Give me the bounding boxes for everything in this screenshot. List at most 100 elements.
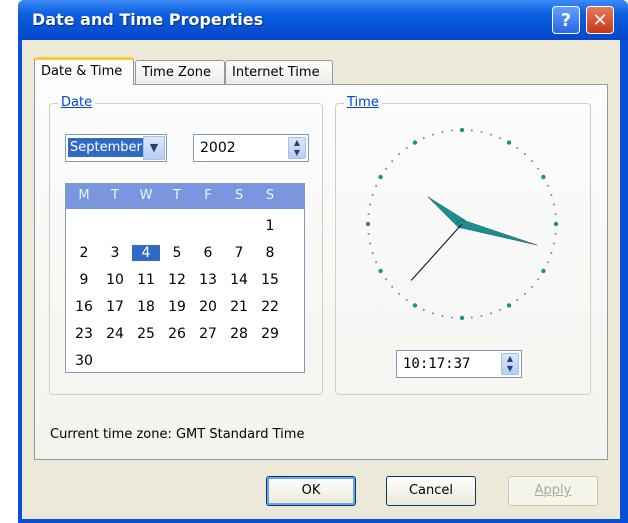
day-cell[interactable]: 20 — [194, 299, 222, 315]
current-timezone-label: Current time zone: GMT Standard Time — [50, 427, 305, 442]
minute-tick — [398, 292, 401, 295]
day-cell[interactable]: 6 — [194, 245, 222, 261]
day-cell[interactable]: 8 — [256, 245, 284, 261]
title-bar[interactable]: Date and Time Properties ? ✕ — [18, 0, 628, 40]
spin-arrows-icon[interactable]: ▲ ▼ — [288, 137, 306, 159]
minute-tick — [516, 299, 519, 302]
minute-tick — [530, 285, 533, 288]
day-cell[interactable]: 21 — [225, 299, 253, 315]
day-cell[interactable]: 23 — [70, 326, 98, 342]
day-cell[interactable]: 12 — [163, 272, 191, 288]
month-select[interactable]: September ▼ — [65, 134, 167, 162]
minute-hand — [455, 219, 538, 246]
minute-tick — [367, 213, 370, 216]
hour-tick — [506, 140, 512, 145]
minute-tick — [470, 316, 473, 319]
minute-tick — [384, 278, 387, 281]
day-cell[interactable]: 7 — [225, 245, 253, 261]
apply-button[interactable]: Apply — [508, 476, 598, 506]
cancel-button[interactable]: Cancel — [386, 476, 476, 506]
date-group: Date September ▼ 2002 ▲ ▼ MTWTFSS 1234567… — [49, 95, 323, 395]
minute-tick — [405, 146, 408, 149]
day-cell[interactable]: 22 — [256, 299, 284, 315]
tab-internet-time[interactable]: Internet Time — [225, 60, 333, 84]
hour-tick — [378, 174, 383, 180]
day-cell[interactable]: 10 — [101, 272, 129, 288]
tab-date-time[interactable]: Date & Time — [34, 57, 134, 85]
second-hand — [410, 223, 463, 281]
time-spinner[interactable]: 10:17:37 ▲ ▼ — [396, 350, 522, 378]
hour-tick — [541, 174, 546, 180]
minute-tick — [391, 160, 394, 163]
year-spinner[interactable]: 2002 ▲ ▼ — [193, 134, 309, 162]
day-cell[interactable]: 25 — [132, 326, 160, 342]
minute-tick — [391, 285, 394, 288]
minute-tick — [431, 133, 434, 136]
minute-tick — [516, 146, 519, 149]
ok-button[interactable]: OK — [266, 476, 356, 506]
minute-tick — [499, 308, 502, 311]
minute-tick — [550, 252, 553, 255]
minute-tick — [375, 261, 378, 264]
minute-tick — [537, 278, 540, 281]
help-button[interactable]: ? — [552, 6, 580, 34]
minute-tick — [554, 232, 557, 235]
day-cell[interactable]: 9 — [70, 272, 98, 288]
month-calendar[interactable]: MTWTFSS 1 2 3 4 5 6 7 8 9 10 11 12 13 14 15 16 17 18 19 20 2… — [65, 183, 305, 373]
tab-time-zone[interactable]: Time Zone — [135, 60, 225, 84]
day-cell[interactable]: 26 — [163, 326, 191, 342]
day-cell[interactable]: 18 — [132, 299, 160, 315]
minute-tick — [431, 312, 434, 315]
day-cell[interactable]: 2 — [70, 245, 98, 261]
hour-tick — [506, 303, 512, 308]
analog-clock — [365, 127, 559, 321]
day-cell[interactable]: 19 — [163, 299, 191, 315]
day-cell[interactable]: 17 — [101, 299, 129, 315]
day-cell[interactable]: 16 — [70, 299, 98, 315]
day-cell[interactable]: 13 — [194, 272, 222, 288]
minute-tick — [490, 133, 493, 136]
hour-tick — [378, 268, 383, 274]
day-cell[interactable]: 11 — [132, 272, 160, 288]
chevron-down-icon[interactable]: ▼ — [143, 136, 165, 160]
day-cell[interactable]: 15 — [256, 272, 284, 288]
weekday-header-cell: T — [111, 188, 119, 203]
day-cell[interactable]: 30 — [70, 353, 98, 369]
time-group: Time 10:17:37 ▲ ▼ — [335, 95, 591, 395]
spin-arrows-icon[interactable]: ▲ ▼ — [501, 353, 519, 375]
weekday-header-cell: S — [265, 188, 275, 203]
hour-tick — [459, 127, 465, 133]
minute-tick — [552, 203, 555, 206]
time-group-label: Time — [344, 95, 382, 110]
minute-tick — [451, 129, 454, 132]
minute-tick — [451, 316, 454, 319]
minute-tick — [422, 137, 425, 140]
minute-tick — [367, 232, 370, 235]
close-button[interactable]: ✕ — [586, 6, 614, 34]
weekday-header: MTWTFSS — [66, 184, 304, 209]
weekday-header-cell: S — [234, 188, 244, 203]
day-cell[interactable]: 5 — [163, 245, 191, 261]
day-cell[interactable]: 3 — [101, 245, 129, 261]
dialog-body: Date & Time Time Zone Internet Time Date… — [22, 40, 620, 519]
minute-tick — [369, 203, 372, 206]
minute-tick — [422, 308, 425, 311]
day-cell[interactable]: 1 — [256, 218, 284, 234]
hour-tick — [412, 303, 418, 308]
minute-tick — [490, 312, 493, 315]
day-cell[interactable]: 27 — [194, 326, 222, 342]
hour-tick — [553, 221, 559, 227]
hour-tick — [412, 140, 418, 145]
window-title: Date and Time Properties — [32, 10, 264, 29]
day-cell[interactable]: 28 — [225, 326, 253, 342]
minute-tick — [523, 292, 526, 295]
day-cell[interactable]: 14 — [225, 272, 253, 288]
day-cell[interactable]: 29 — [256, 326, 284, 342]
minute-tick — [499, 137, 502, 140]
minute-tick — [371, 252, 374, 255]
selected-day-cell[interactable]: 4 — [132, 245, 160, 261]
minute-tick — [552, 242, 555, 245]
day-cell[interactable]: 24 — [101, 326, 129, 342]
minute-tick — [470, 129, 473, 132]
date-group-label: Date — [58, 95, 96, 110]
